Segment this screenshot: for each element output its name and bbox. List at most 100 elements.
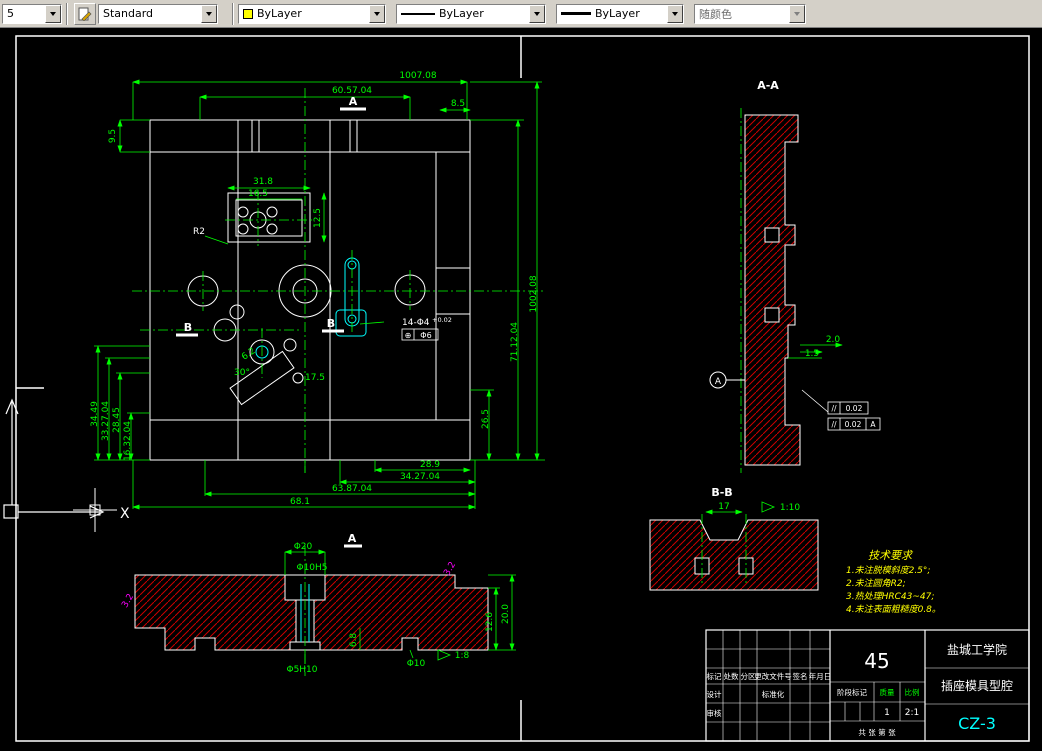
dim-step-1: 1.5 [805,349,819,359]
gdt-2-tolerance: 0.02 [845,420,862,429]
mass-label: 质量 [880,687,895,697]
col-mark-label: 标记 [707,671,722,681]
dim-pin-diameter: Φ10H5 [296,563,327,573]
dim-stem: 6.8 [349,633,359,648]
holes-gdt-symbol: ⊕ [405,331,412,340]
section-aa-insert-2 [764,307,780,323]
plan-view-dimension-lines [94,79,545,510]
drawing-number: CZ-3 [958,714,996,733]
color-swatch-icon [243,8,253,19]
crosshair-cursor [73,488,117,532]
linetype-combo-value: ByLayer [439,7,484,20]
front-section-right-body [313,574,489,651]
datum-a-label: A [715,377,722,387]
gdt-1-symbol: // [831,404,837,413]
stage-label: 阶段标记 [837,687,867,697]
lineweight-combo-arrow-icon[interactable] [667,4,683,23]
gdt-1-tolerance: 0.02 [846,404,863,413]
taper-symbol-bb [761,501,776,513]
dim-total-width: 1007.08 [399,71,436,81]
plot-style-combo-value: 随颜色 [699,7,732,21]
tech-note-line-3: 3.热处理HRC43~47; [846,591,934,602]
section-bb-view: B-B 17 1:10 [649,486,819,591]
slot-length: 6.2 [240,346,257,362]
dim-left-1: 34.49 [90,401,100,427]
text-style-combo-arrow-icon[interactable] [201,4,217,23]
toolbar-separator [66,2,68,25]
plan-view-dimension-texts: 1007.08 60.57.04 8.5 9.5 31.8 16.5 12.5 … [90,71,539,507]
color-combo-value: ByLayer [257,7,302,20]
section-label-b-right: B [327,317,335,330]
holes-gdt-value: Φ6 [420,331,431,340]
color-combo[interactable]: ByLayer [238,3,386,24]
taper-label-bb: 1:10 [780,503,800,513]
tech-note-line-4: 4.未注表面粗糙度0.8。 [846,604,941,615]
dim-right-offset: 8.5 [451,99,465,109]
title-block: 45 盐城工学院 插座模具型腔 CZ-3 标记 处数 分区 更改文件号 签名 年… [705,629,1030,742]
dim-pin-head: Φ20 [294,542,313,552]
text-style-combo[interactable]: Standard [98,3,218,24]
section-aa-title: A-A [757,79,779,92]
toolbar-separator [232,2,234,25]
scale-value: 2:1 [905,708,919,718]
col-sign-label: 签名 [793,671,808,681]
dim-step-2: 2.0 [826,335,841,345]
tech-note-line-1: 1.未注脱模斜度2.5°; [846,565,930,576]
section-label-a-top: A [349,95,358,108]
section-aa-view: A-A 1.5 2.0 A // 0.02 // 0.02 A [709,79,881,473]
tech-note-line-2: 2.未注圆角R2; [846,578,906,589]
ucs-icon [3,398,105,519]
section-bb-dim-width: 17 [718,502,729,512]
dim-bottom-2: 34.27.04 [400,472,440,482]
sheet-count-label: 共 张 第 张 [858,727,896,737]
radius-label: R2 [193,227,205,237]
dim-right-3: 26.5 [481,409,491,429]
sheet-number-value: 1 [884,708,890,718]
lineweight-combo[interactable]: ByLayer [556,3,684,24]
ucs-x-axis-label: X [120,506,130,522]
holes-note: 14-Φ4 [402,318,430,328]
layer-combo-value: 5 [7,7,14,20]
dim-left-4: 16.32.04 [123,421,133,461]
dim-depth-2: 12.6 [485,612,495,632]
finish-mark-right: 3.2 [442,560,458,577]
dim-bottom-1: 28.9 [420,460,440,470]
gdt-leader [801,389,829,413]
text-style-button[interactable] [74,2,96,25]
dim-right-2: 71.12.04 [510,322,520,362]
dim-left-2: 33.27.04 [101,401,111,441]
linetype-combo[interactable]: ByLayer [396,3,546,24]
dim-right-hole: Φ10 [407,659,426,669]
company-name: 盐城工学院 [947,642,1007,657]
dim-block-inner: 16.5 [248,189,268,199]
layer-combo-arrow-icon[interactable] [45,4,61,23]
dim-left-3: 28.45 [112,407,122,433]
gdt-2-datum: A [870,420,876,429]
tech-notes-title: 技术要求 [868,549,914,562]
angle-label: 30° [234,368,250,378]
row-check-label: 审核 [707,708,722,718]
text-style-combo-value: Standard [103,7,154,20]
dim-depth-1: 20.0 [501,604,511,624]
material-value: 45 [864,649,889,673]
plot-style-combo: 随颜色 [694,3,806,24]
dim-bottom-hole: Φ5H10 [286,665,317,675]
drawing-svg: 1007.08 60.57.04 8.5 9.5 31.8 16.5 12.5 … [3,35,1030,742]
dim-left-offset: 9.5 [108,129,118,143]
finish-mark-left: 3.2 [120,592,136,609]
autocad-window: 5 Standard ByLayer ByLayer ByLayer 随颜色 1… [0,0,1042,751]
lineweight-combo-value: ByLayer [595,7,640,20]
part-name: 插座模具型腔 [941,678,1013,693]
gdt-2-symbol: // [831,420,837,429]
section-bb-title: B-B [711,486,732,499]
dim-block-height: 12.5 [313,208,323,228]
col-date-label: 年月日 [809,671,832,681]
color-combo-arrow-icon[interactable] [369,4,385,23]
dim-bottom-4: 68.1 [290,497,310,507]
drawing-canvas[interactable]: 1007.08 60.57.04 8.5 9.5 31.8 16.5 12.5 … [0,28,1042,751]
linetype-combo-arrow-icon[interactable] [529,4,545,23]
section-aa-insert-1 [764,227,780,243]
layer-combo[interactable]: 5 [2,3,62,24]
plan-view-aux-geometry [255,257,367,359]
front-section-left-body [134,574,297,651]
